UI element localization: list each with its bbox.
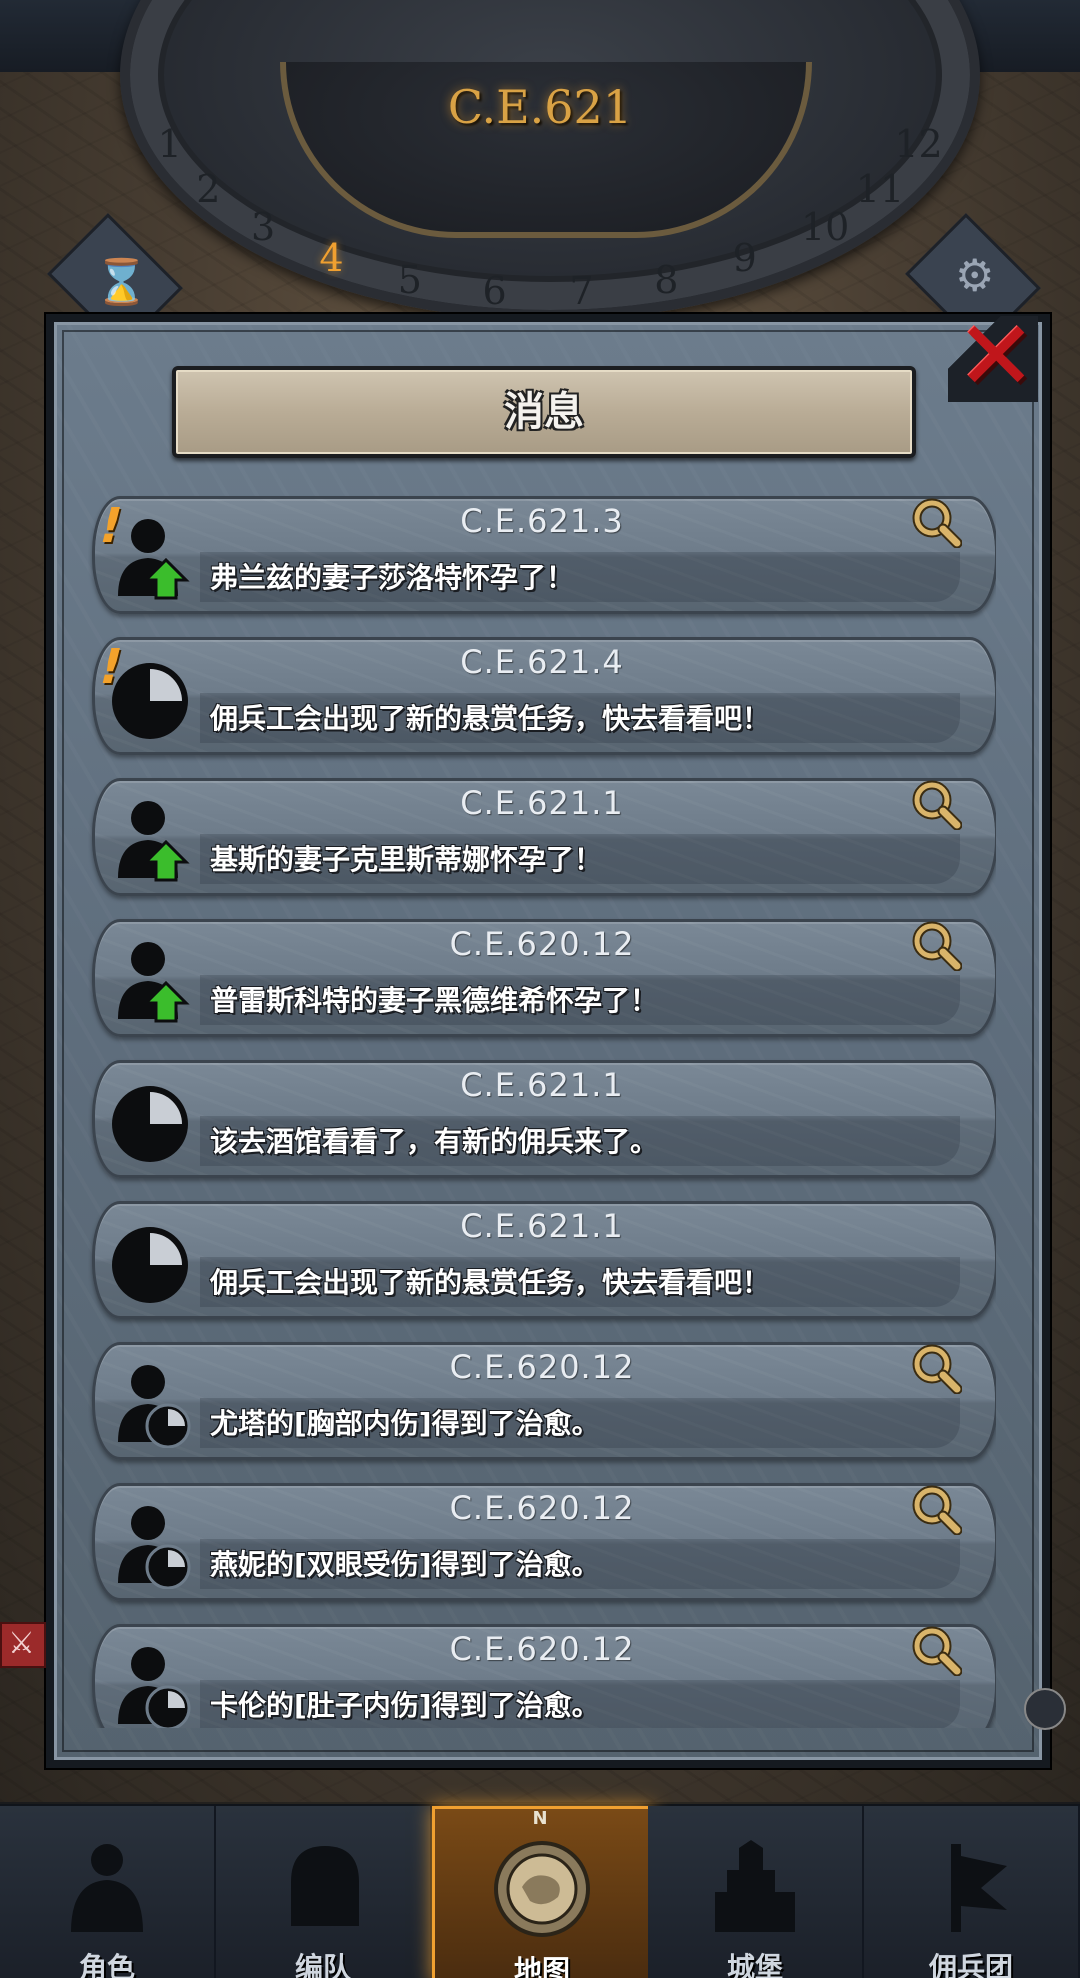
compass-map-icon	[492, 1839, 592, 1939]
nav-tab-3[interactable]: 城堡	[648, 1806, 864, 1978]
nav-tab-label: 佣兵团	[928, 1951, 1013, 1978]
message-text: 卡伦的[肚子内伤]得到了治愈。	[210, 1689, 600, 1722]
message-date: C.E.621.1	[460, 1207, 624, 1245]
game-screen: C.E.621 1 2 3 4 5 6 7 8 9 10 11 12 ⌛ ⚙ ✕ 消息 ! C.E.62…	[0, 0, 1080, 1978]
knight-icon	[57, 1836, 157, 1936]
message-date: C.E.620.12	[449, 1630, 635, 1668]
close-button[interactable]: ✕	[948, 300, 1038, 412]
message-text: 弗兰兹的妻子莎洛特怀孕了！	[210, 561, 575, 594]
nav-tab-label: 地图	[513, 1954, 570, 1978]
message-date: C.E.621.4	[460, 643, 624, 681]
calendar-month-11: 11	[855, 166, 905, 211]
message-text: 基斯的妻子克里斯蒂娜怀孕了！	[210, 843, 603, 876]
castle-icon	[705, 1836, 805, 1936]
message-text: 普雷斯科特的妻子黑德维希怀孕了！	[210, 984, 659, 1017]
search-icon[interactable]	[912, 1626, 963, 1677]
message-item[interactable]: ! C.E.621.3 弗兰兹的妻子莎洛特怀孕了！	[88, 490, 996, 614]
calendar-month-9: 9	[732, 236, 757, 281]
gear-icon: ⚙	[954, 250, 995, 302]
message-list[interactable]: ! C.E.621.3 弗兰兹的妻子莎洛特怀孕了！! C.E.621.4 佣兵工会出现了…	[88, 490, 996, 1728]
message-text: 佣兵工会出现了新的悬赏任务，快去看看吧！	[210, 702, 771, 735]
search-icon[interactable]	[912, 1344, 963, 1395]
message-item[interactable]: C.E.620.12 燕妮的[双眼受伤]得到了治愈。	[88, 1477, 996, 1601]
dialog-title-plate: 消息	[172, 366, 916, 458]
close-icon: ✕	[956, 300, 1037, 412]
message-text: 佣兵工会出现了新的悬赏任务，快去看看吧！	[210, 1266, 771, 1299]
message-item[interactable]: ! C.E.621.4 佣兵工会出现了新的悬赏任务，快去看看吧！	[88, 631, 996, 755]
nav-tab-0[interactable]: 角色	[0, 1806, 216, 1978]
message-item[interactable]: C.E.621.1 基斯的妻子克里斯蒂娜怀孕了！	[88, 772, 996, 896]
message-date: C.E.620.12	[449, 1348, 635, 1386]
message-date: C.E.621.3	[460, 502, 624, 540]
nav-tab-2[interactable]: 地图	[432, 1806, 652, 1978]
calendar-month-2: 2	[196, 166, 221, 211]
calendar-month-4: 4	[319, 236, 344, 281]
calendar-month-7: 7	[569, 268, 594, 313]
calendar-month-1: 1	[157, 121, 182, 166]
message-date: C.E.620.12	[449, 1489, 635, 1527]
crossed-swords-button[interactable]: ⚔	[0, 1622, 46, 1668]
search-icon[interactable]	[912, 921, 963, 972]
message-date: C.E.621.1	[460, 1066, 624, 1104]
calendar-month-12: 12	[894, 121, 943, 166]
crossed-swords-icon: ⚔	[8, 1626, 35, 1661]
message-text: 尤塔的[胸部内伤]得到了治愈。	[210, 1407, 600, 1440]
message-item[interactable]: C.E.621.1 该去酒馆看看了，有新的佣兵来了。	[88, 1054, 996, 1178]
search-icon[interactable]	[912, 1485, 963, 1536]
nav-tab-label: 城堡	[726, 1951, 783, 1978]
calendar-month-8: 8	[654, 257, 679, 302]
calendar-month-5: 5	[397, 257, 422, 302]
message-text: 该去酒馆看看了，有新的佣兵来了。	[210, 1125, 659, 1158]
calendar-month-10: 10	[800, 205, 850, 250]
nav-tab-1[interactable]: 编队	[216, 1806, 432, 1978]
compass-north-letter: N	[532, 1808, 548, 1829]
calendar-month-6: 6	[482, 268, 507, 313]
search-icon[interactable]	[912, 780, 963, 831]
message-date: C.E.621.1	[460, 784, 624, 822]
message-text: 燕妮的[双眼受伤]得到了治愈。	[210, 1548, 600, 1581]
nav-tab-4[interactable]: 佣兵团	[864, 1806, 1080, 1978]
calendar-month-3: 3	[251, 205, 276, 250]
nav-tab-label: 角色	[78, 1951, 135, 1978]
hourglass-icon: ⌛	[94, 256, 150, 308]
message-item[interactable]: C.E.620.12 普雷斯科特的妻子黑德维希怀孕了！	[88, 913, 996, 1037]
minus-button[interactable]	[1024, 1688, 1066, 1730]
search-icon[interactable]	[912, 498, 963, 549]
message-item[interactable]: C.E.620.12 尤塔的[胸部内伤]得到了治愈。	[88, 1336, 996, 1460]
message-item[interactable]: C.E.621.1 佣兵工会出现了新的悬赏任务，快去看看吧！	[88, 1195, 996, 1319]
helmet-icon	[273, 1836, 373, 1936]
dialog-title: 消息	[504, 389, 584, 435]
banner-icon	[921, 1836, 1021, 1936]
calendar-year: C.E.621	[447, 80, 633, 134]
nav-tab-label: 编队	[294, 1951, 351, 1978]
message-date: C.E.620.12	[449, 925, 635, 963]
message-item[interactable]: C.E.620.12 卡伦的[肚子内伤]得到了治愈。	[88, 1618, 996, 1728]
